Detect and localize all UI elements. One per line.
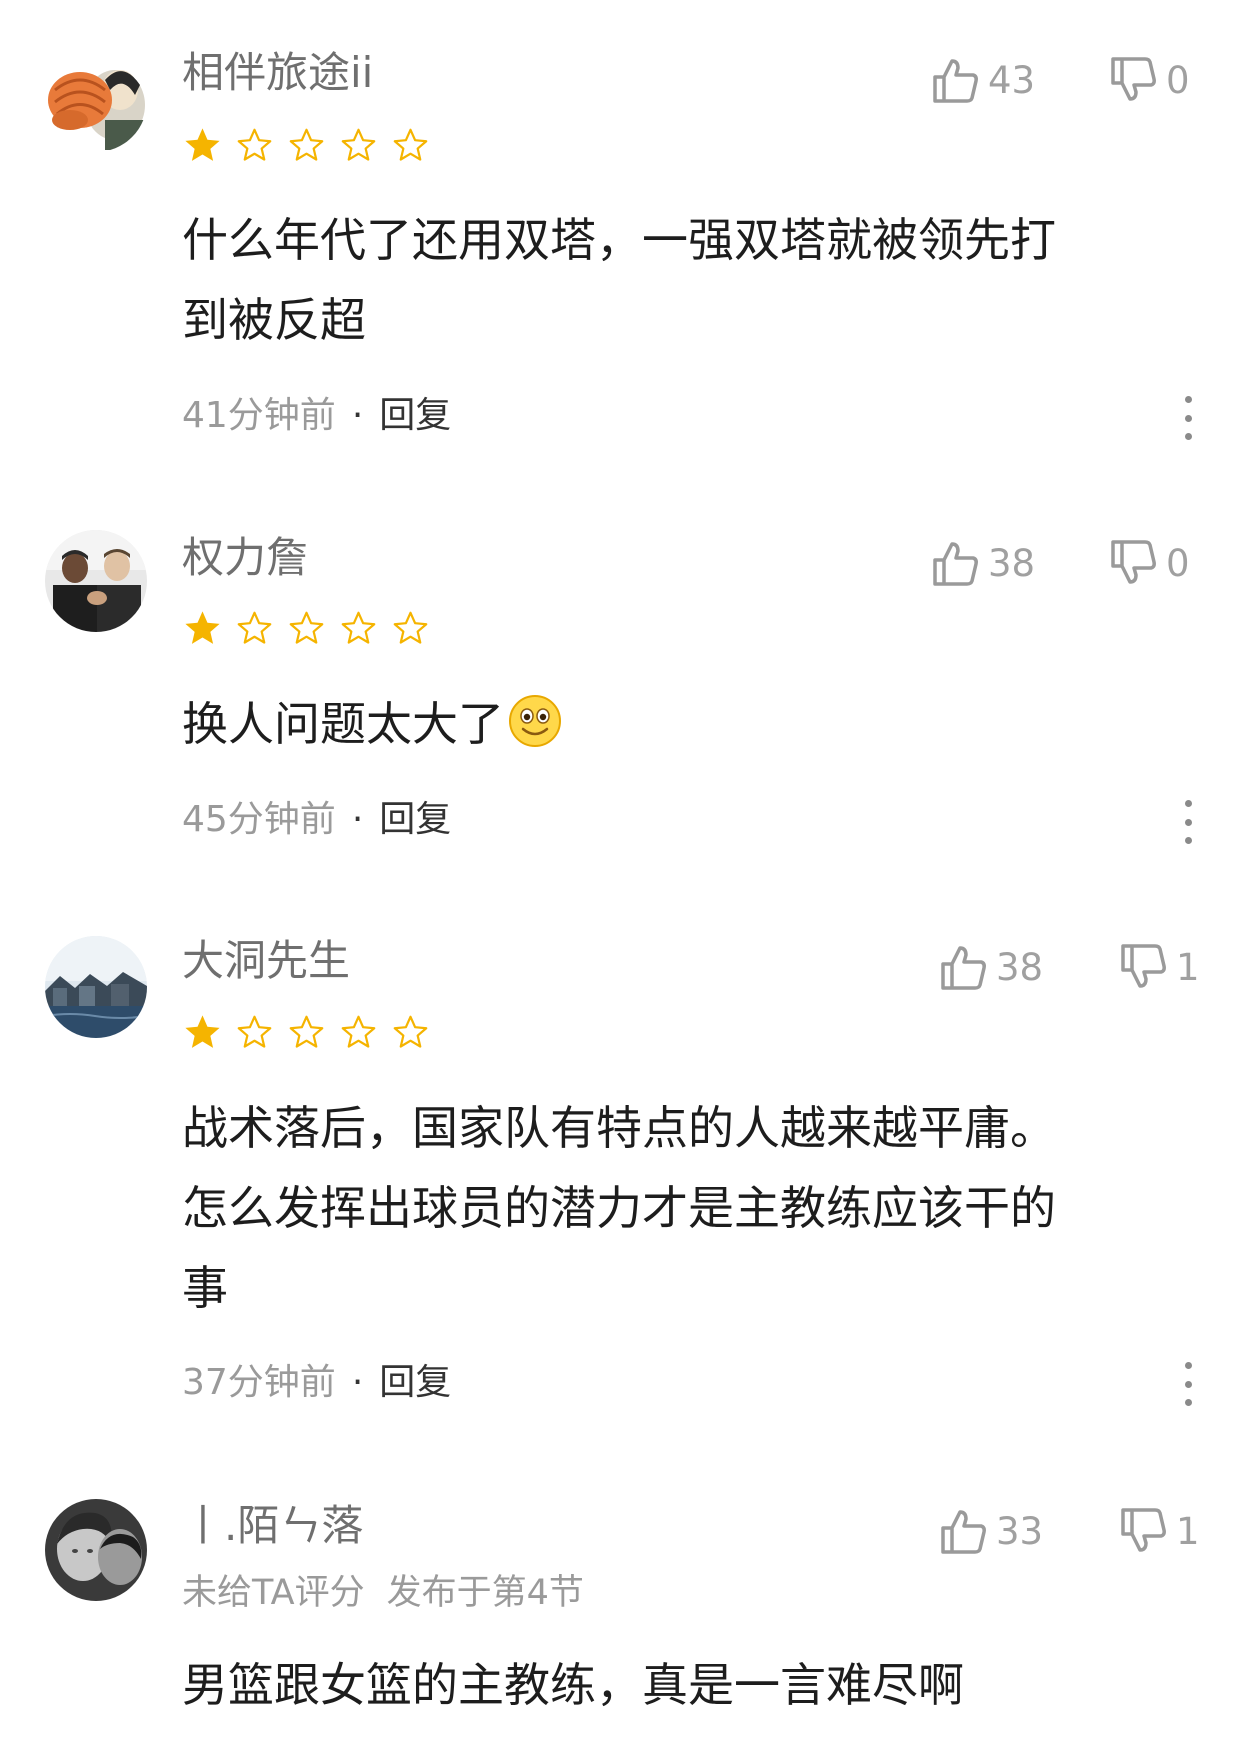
comment-text: 战术落后，国家队有特点的人越来越平庸。 怎么发挥出球员的潜力才是主教练应该干的 … <box>182 1088 1182 1328</box>
comment-line: 换人问题太大了 <box>182 684 1182 764</box>
star-outline-icon <box>237 1015 272 1048</box>
thumbs-up-icon <box>941 946 986 990</box>
like-count: 38 <box>988 541 1036 585</box>
username[interactable]: 相伴旅途ii <box>182 52 373 94</box>
star-filled-icon <box>185 1015 220 1048</box>
separator-dot: · <box>351 799 364 840</box>
username[interactable]: 丨.陌ㄣ落 <box>182 1505 363 1547</box>
star-outline-icon <box>237 611 272 644</box>
star-outline-icon <box>289 1015 324 1048</box>
star-filled-icon <box>185 611 220 644</box>
star-outline-icon <box>393 1015 428 1048</box>
smile-emoji-icon <box>509 695 561 747</box>
comment-line: 男篮跟女篮的主教练，真是一言难尽啊 <box>182 1658 964 1712</box>
avatar[interactable] <box>45 530 147 632</box>
published-period: 发布于第4节 <box>386 1573 584 1613</box>
thumbs-down-icon <box>1121 944 1166 988</box>
separator-dot: · <box>351 1362 364 1403</box>
star-outline-icon <box>341 1015 376 1048</box>
comment-text: 男篮跟女篮的主教练，真是一言难尽啊 <box>182 1645 1182 1725</box>
dislike-count: 1 <box>1176 945 1200 989</box>
rating-text: 未给TA评分 <box>182 1573 365 1613</box>
thumbs-down-icon <box>1111 57 1156 101</box>
avatar-image <box>45 50 147 152</box>
comment-text: 什么年代了还用双塔，一强双塔就被领先打 到被反超 <box>182 200 1182 360</box>
star-filled-icon <box>185 128 220 161</box>
star-rating <box>182 1012 431 1053</box>
thumbs-down-icon <box>1121 1508 1166 1552</box>
username[interactable]: 大洞先生 <box>182 940 350 982</box>
timestamp: 41分钟前 <box>182 395 336 436</box>
avatar[interactable] <box>45 1499 147 1601</box>
like-count: 38 <box>996 945 1044 989</box>
thumbs-down-icon <box>1111 540 1156 584</box>
star-outline-icon <box>341 611 376 644</box>
comment-line: 什么年代了还用双塔，一强双塔就被领先打 <box>182 213 1056 267</box>
separator-dot: · <box>351 395 364 436</box>
thumbs-up-icon <box>941 1510 986 1554</box>
comment-text: 换人问题太大了 <box>182 684 1182 764</box>
star-rating <box>182 125 431 166</box>
comment-footer: 45分钟前 · 回复 <box>182 802 451 838</box>
rating-status: 未给TA评分 发布于第4节 <box>182 1576 584 1611</box>
like-count: 43 <box>988 58 1036 102</box>
avatar[interactable] <box>45 936 147 1038</box>
star-outline-icon <box>341 128 376 161</box>
dislike-count: 0 <box>1166 58 1190 102</box>
like-button[interactable]: 38 <box>930 538 1035 588</box>
like-count: 33 <box>996 1509 1044 1553</box>
username[interactable]: 权力詹 <box>182 537 308 579</box>
like-button[interactable]: 33 <box>938 1506 1043 1556</box>
avatar-image <box>45 1499 147 1601</box>
comment-line: 到被反超 <box>182 293 366 347</box>
star-rating <box>182 608 431 649</box>
timestamp: 37分钟前 <box>182 1362 336 1403</box>
star-outline-icon <box>393 611 428 644</box>
dislike-button[interactable]: 0 <box>1108 55 1190 105</box>
dislike-count: 1 <box>1176 1509 1200 1553</box>
comment-line-text: 换人问题太大了 <box>182 697 504 751</box>
comment-line: 战术落后，国家队有特点的人越来越平庸。 <box>182 1101 1056 1155</box>
comment-footer: 41分钟前 · 回复 <box>182 398 451 434</box>
dislike-button[interactable]: 1 <box>1118 1506 1200 1556</box>
avatar-image <box>45 936 147 1038</box>
thumbs-up-icon <box>933 59 978 103</box>
star-outline-icon <box>393 128 428 161</box>
reply-button[interactable]: 回复 <box>379 395 451 436</box>
avatar[interactable] <box>45 50 147 152</box>
dislike-count: 0 <box>1166 541 1190 585</box>
like-button[interactable]: 38 <box>938 942 1043 992</box>
star-outline-icon <box>237 128 272 161</box>
like-button[interactable]: 43 <box>930 55 1035 105</box>
comment-footer: 37分钟前 · 回复 <box>182 1365 451 1401</box>
timestamp: 45分钟前 <box>182 799 336 840</box>
comment-line: 怎么发挥出球员的潜力才是主教练应该干的 <box>182 1181 1056 1235</box>
avatar-image <box>45 530 147 632</box>
star-outline-icon <box>289 128 324 161</box>
more-options-icon[interactable] <box>1178 396 1198 440</box>
reply-button[interactable]: 回复 <box>379 1362 451 1403</box>
more-options-icon[interactable] <box>1178 1362 1198 1406</box>
dislike-button[interactable]: 1 <box>1118 942 1200 992</box>
comment-line: 事 <box>182 1261 228 1315</box>
star-outline-icon <box>289 611 324 644</box>
reply-button[interactable]: 回复 <box>379 799 451 840</box>
dislike-button[interactable]: 0 <box>1108 538 1190 588</box>
thumbs-up-icon <box>933 542 978 586</box>
more-options-icon[interactable] <box>1178 800 1198 844</box>
